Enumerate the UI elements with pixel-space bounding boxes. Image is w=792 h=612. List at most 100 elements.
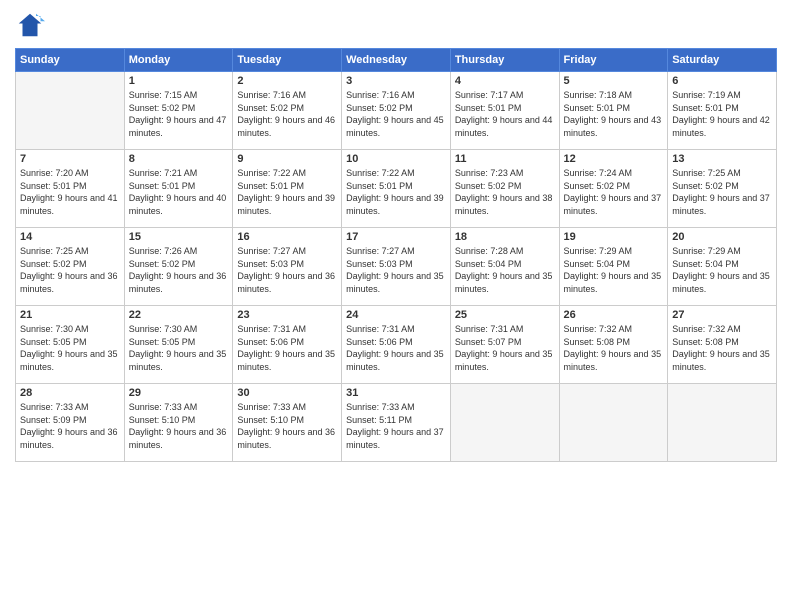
day-number: 20: [672, 231, 772, 243]
day-info: Sunrise: 7:26 AMSunset: 5:02 PMDaylight:…: [129, 245, 229, 295]
calendar-cell: 21Sunrise: 7:30 AMSunset: 5:05 PMDayligh…: [16, 306, 125, 384]
calendar-cell: 6 Sunrise: 7:19 AMSunset: 5:01 PMDaylight…: [668, 72, 777, 150]
calendar-cell: 11 Sunrise: 7:23 AMSunset: 5:02 PMDayligh…: [450, 150, 559, 228]
day-number: 4: [455, 75, 555, 87]
header-wednesday: Wednesday: [342, 49, 451, 72]
logo: [15, 10, 49, 40]
header: [15, 10, 777, 40]
calendar-cell: 22 Sunrise: 7:30 AMSunset: 5:05 PMDayligh…: [124, 306, 233, 384]
calendar-cell: 17 Sunrise: 7:27 AMSunset: 5:03 PMDayligh…: [342, 228, 451, 306]
day-number: 10: [346, 153, 446, 165]
calendar-cell: 14 Sunrise: 7:25 AMSunset: 5:02 PMDayligh…: [16, 228, 125, 306]
day-info: Sunrise: 7:25 AMSunset: 5:02 PMDaylight:…: [672, 167, 772, 217]
day-number: 18: [455, 231, 555, 243]
day-info: Sunrise: 7:16 AMSunset: 5:02 PMDaylight:…: [237, 89, 337, 139]
day-info: Sunrise: 7:19 AMSunset: 5:01 PMDaylight:…: [672, 89, 772, 139]
day-number: 11: [455, 153, 555, 165]
day-number: 23: [237, 309, 337, 321]
calendar-cell: 5Sunrise: 7:18 AMSunset: 5:01 PMDaylight…: [559, 72, 668, 150]
day-number: 16: [237, 231, 337, 243]
week-row-4: 28Sunrise: 7:33 AMSunset: 5:09 PMDayligh…: [16, 384, 777, 462]
calendar-cell: 31 Sunrise: 7:33 AMSunset: 5:11 PMDayligh…: [342, 384, 451, 462]
calendar-cell: 18 Sunrise: 7:28 AMSunset: 5:04 PMDayligh…: [450, 228, 559, 306]
day-number: 6: [672, 75, 772, 87]
calendar-cell: 26 Sunrise: 7:32 AMSunset: 5:08 PMDayligh…: [559, 306, 668, 384]
header-row: SundayMondayTuesdayWednesdayThursdayFrid…: [16, 49, 777, 72]
calendar-cell: 28Sunrise: 7:33 AMSunset: 5:09 PMDayligh…: [16, 384, 125, 462]
day-number: 28: [20, 387, 120, 399]
calendar-cell: 13 Sunrise: 7:25 AMSunset: 5:02 PMDayligh…: [668, 150, 777, 228]
calendar-cell: 29Sunrise: 7:33 AMSunset: 5:10 PMDayligh…: [124, 384, 233, 462]
day-info: Sunrise: 7:32 AMSunset: 5:08 PMDaylight:…: [672, 323, 772, 373]
day-number: 15: [129, 231, 229, 243]
day-info: Sunrise: 7:18 AMSunset: 5:01 PMDaylight:…: [564, 89, 664, 139]
day-info: Sunrise: 7:33 AMSunset: 5:11 PMDaylight:…: [346, 401, 446, 451]
day-info: Sunrise: 7:29 AMSunset: 5:04 PMDaylight:…: [564, 245, 664, 295]
calendar-cell: 8 Sunrise: 7:21 AMSunset: 5:01 PMDaylight…: [124, 150, 233, 228]
calendar-cell: 2 Sunrise: 7:16 AMSunset: 5:02 PMDaylight…: [233, 72, 342, 150]
day-info: Sunrise: 7:21 AMSunset: 5:01 PMDaylight:…: [129, 167, 229, 217]
header-monday: Monday: [124, 49, 233, 72]
day-info: Sunrise: 7:20 AMSunset: 5:01 PMDaylight:…: [20, 167, 120, 217]
calendar-cell: 16 Sunrise: 7:27 AMSunset: 5:03 PMDayligh…: [233, 228, 342, 306]
day-number: 13: [672, 153, 772, 165]
day-number: 22: [129, 309, 229, 321]
day-number: 9: [237, 153, 337, 165]
day-number: 19: [564, 231, 664, 243]
week-row-0: 1Sunrise: 7:15 AMSunset: 5:02 PMDaylight…: [16, 72, 777, 150]
calendar-cell: 25 Sunrise: 7:31 AMSunset: 5:07 PMDayligh…: [450, 306, 559, 384]
logo-icon: [15, 10, 45, 40]
week-row-2: 14 Sunrise: 7:25 AMSunset: 5:02 PMDayligh…: [16, 228, 777, 306]
day-info: Sunrise: 7:33 AMSunset: 5:10 PMDaylight:…: [129, 401, 229, 451]
calendar-cell: [16, 72, 125, 150]
day-number: 8: [129, 153, 229, 165]
day-info: Sunrise: 7:22 AMSunset: 5:01 PMDaylight:…: [237, 167, 337, 217]
calendar-cell: [668, 384, 777, 462]
day-number: 25: [455, 309, 555, 321]
header-sunday: Sunday: [16, 49, 125, 72]
day-number: 21: [20, 309, 120, 321]
day-info: Sunrise: 7:32 AMSunset: 5:08 PMDaylight:…: [564, 323, 664, 373]
day-info: Sunrise: 7:31 AMSunset: 5:07 PMDaylight:…: [455, 323, 555, 373]
day-number: 30: [237, 387, 337, 399]
header-saturday: Saturday: [668, 49, 777, 72]
day-info: Sunrise: 7:30 AMSunset: 5:05 PMDaylight:…: [129, 323, 229, 373]
day-number: 7: [20, 153, 120, 165]
day-info: Sunrise: 7:29 AMSunset: 5:04 PMDaylight:…: [672, 245, 772, 295]
day-info: Sunrise: 7:33 AMSunset: 5:10 PMDaylight:…: [237, 401, 337, 451]
calendar-cell: 7 Sunrise: 7:20 AMSunset: 5:01 PMDaylight…: [16, 150, 125, 228]
day-number: 31: [346, 387, 446, 399]
day-info: Sunrise: 7:27 AMSunset: 5:03 PMDaylight:…: [237, 245, 337, 295]
day-number: 17: [346, 231, 446, 243]
calendar-cell: 27 Sunrise: 7:32 AMSunset: 5:08 PMDayligh…: [668, 306, 777, 384]
header-thursday: Thursday: [450, 49, 559, 72]
day-info: Sunrise: 7:27 AMSunset: 5:03 PMDaylight:…: [346, 245, 446, 295]
day-info: Sunrise: 7:28 AMSunset: 5:04 PMDaylight:…: [455, 245, 555, 295]
day-info: Sunrise: 7:23 AMSunset: 5:02 PMDaylight:…: [455, 167, 555, 217]
calendar-cell: [559, 384, 668, 462]
day-number: 14: [20, 231, 120, 243]
week-row-3: 21 Sunrise: 7:30 AMSunset: 5:05 PMDayligh…: [16, 306, 777, 384]
calendar-cell: 20 Sunrise: 7:29 AMSunset: 5:04 PMDayligh…: [668, 228, 777, 306]
day-info: Sunrise: 7:17 AMSunset: 5:01 PMDaylight:…: [455, 89, 555, 139]
calendar-cell: 12Sunrise: 7:24 AMSunset: 5:02 PMDayligh…: [559, 150, 668, 228]
day-number: 12: [564, 153, 664, 165]
calendar-cell: 9 Sunrise: 7:22 AMSunset: 5:01 PMDaylight…: [233, 150, 342, 228]
calendar-cell: [450, 384, 559, 462]
header-friday: Friday: [559, 49, 668, 72]
day-info: Sunrise: 7:31 AMSunset: 5:06 PMDaylight:…: [237, 323, 337, 373]
page: SundayMondayTuesdayWednesdayThursdayFrid…: [0, 0, 792, 612]
day-info: Sunrise: 7:25 AMSunset: 5:02 PMDaylight:…: [20, 245, 120, 295]
day-number: 26: [564, 309, 664, 321]
calendar-cell: 23 Sunrise: 7:31 AMSunset: 5:06 PMDayligh…: [233, 306, 342, 384]
day-info: Sunrise: 7:31 AMSunset: 5:06 PMDaylight:…: [346, 323, 446, 373]
day-info: Sunrise: 7:15 AMSunset: 5:02 PMDaylight:…: [129, 89, 229, 139]
day-number: 3: [346, 75, 446, 87]
day-number: 27: [672, 309, 772, 321]
calendar-table: SundayMondayTuesdayWednesdayThursdayFrid…: [15, 48, 777, 462]
calendar-cell: 15 Sunrise: 7:26 AMSunset: 5:02 PMDayligh…: [124, 228, 233, 306]
calendar-cell: 24Sunrise: 7:31 AMSunset: 5:06 PMDayligh…: [342, 306, 451, 384]
day-number: 2: [237, 75, 337, 87]
day-info: Sunrise: 7:16 AMSunset: 5:02 PMDaylight:…: [346, 89, 446, 139]
calendar-cell: 1Sunrise: 7:15 AMSunset: 5:02 PMDaylight…: [124, 72, 233, 150]
